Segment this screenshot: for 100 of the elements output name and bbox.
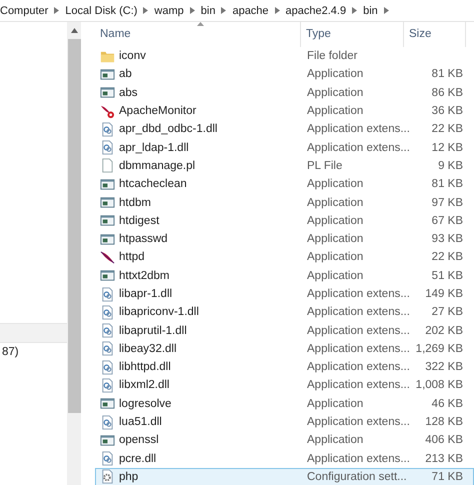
- dll-file-icon: [100, 360, 115, 375]
- file-row[interactable]: httpd Application 22 KB: [95, 248, 474, 267]
- file-name: apr_ldap-1.dll: [119, 142, 189, 154]
- application-icon: [100, 213, 115, 228]
- file-row[interactable]: libeay32.dll Application extens... 1,269 KB: [95, 340, 474, 358]
- file-name: libeay32.dll: [119, 342, 177, 355]
- dll-file-icon: [100, 122, 115, 137]
- file-type: Configuration sett...: [306, 470, 407, 483]
- file-name: htpasswd: [119, 233, 168, 246]
- file-name: libhttpd.dll: [119, 361, 171, 374]
- scroll-up-icon[interactable]: [71, 28, 78, 33]
- breadcrumb-item[interactable]: Local Disk (C:): [65, 4, 138, 16]
- file-row[interactable]: iconv File folder: [95, 47, 474, 66]
- sort-arrow-icon: [197, 22, 204, 26]
- file-name: htcacheclean: [119, 178, 187, 190]
- file-row[interactable]: openssl Application 406 KB: [95, 431, 474, 450]
- breadcrumb-item[interactable]: Computer: [0, 4, 48, 16]
- breadcrumb-item[interactable]: bin: [363, 4, 378, 16]
- column-header[interactable]: Size: [404, 22, 466, 47]
- file-row[interactable]: htdbm Application 97 KB: [95, 193, 474, 212]
- file-row[interactable]: apr_dbd_odbc-1.dll Application extens... 22 KB: [95, 120, 474, 138]
- breadcrumb-item[interactable]: apache2.4.9: [286, 4, 346, 16]
- application-icon: [100, 232, 115, 247]
- file-type: Application extens...: [306, 379, 410, 392]
- dll-file-icon: [100, 323, 115, 338]
- dll-file-icon: [100, 286, 115, 302]
- chevron-icon[interactable]: [352, 7, 358, 14]
- nav-item[interactable]: 87): [0, 343, 67, 361]
- file-type: Application: [306, 105, 364, 118]
- file-row[interactable]: libapriconv-1.dll Application extens... 27 KB: [95, 303, 474, 322]
- file-type: Application: [306, 233, 364, 246]
- scrollbar-thumb[interactable]: [68, 39, 81, 413]
- file-size: 97 KB: [430, 196, 464, 209]
- chevron-icon[interactable]: [274, 7, 280, 14]
- application-icon: [100, 195, 115, 210]
- dll-file-icon: [100, 341, 115, 356]
- file-row[interactable]: libxml2.dll Application extens... 1,008 KB: [95, 376, 474, 395]
- file-size: 81 KB: [430, 178, 464, 190]
- dll-file-icon: [100, 414, 115, 430]
- file-type: Application extens...: [306, 452, 410, 465]
- file-row[interactable]: php Configuration sett... 71 KB: [95, 468, 474, 485]
- column-header[interactable]: Type: [301, 22, 404, 47]
- file-name: abs: [119, 86, 138, 99]
- scrollbar[interactable]: [68, 22, 81, 485]
- file-type: Application: [306, 68, 364, 80]
- file-type: Application: [306, 270, 364, 282]
- file-name: httpd: [119, 251, 145, 264]
- file-name: libaprutil-1.dll: [119, 324, 187, 337]
- file-type: Application extens...: [306, 361, 410, 374]
- file-type: File folder: [306, 50, 358, 62]
- application-icon: [100, 396, 115, 412]
- breadcrumb-item[interactable]: wamp: [154, 4, 184, 16]
- chevron-icon[interactable]: [384, 7, 389, 14]
- file-type: Application: [306, 196, 364, 209]
- chevron-icon[interactable]: [221, 7, 226, 14]
- file-row[interactable]: logresolve Application 46 KB: [95, 394, 474, 413]
- file-row[interactable]: pcre.dll Application extens... 213 KB: [95, 450, 474, 468]
- application-icon: [100, 85, 115, 100]
- file-row[interactable]: ApacheMonitor Application 36 KB: [95, 102, 474, 120]
- file-name: apr_dbd_odbc-1.dll: [119, 123, 218, 136]
- file-row[interactable]: htpasswd Application 93 KB: [95, 230, 474, 248]
- file-size: 67 KB: [430, 214, 464, 227]
- feather-icon: [100, 250, 115, 265]
- breadcrumb-item[interactable]: apache: [232, 4, 269, 16]
- file-name: httxt2dbm: [119, 270, 170, 282]
- file-type: Application: [306, 434, 364, 446]
- file-row[interactable]: htdigest Application 67 KB: [95, 212, 474, 230]
- file-type: Application extens...: [306, 123, 410, 136]
- file-name: dbmmanage.pl: [119, 160, 196, 172]
- chevron-icon[interactable]: [54, 7, 60, 14]
- file-type: Application extens...: [306, 324, 410, 337]
- application-icon: [100, 268, 115, 284]
- file-size: 22 KB: [430, 251, 464, 264]
- file-name: php: [119, 470, 138, 483]
- file-size: 51 KB: [430, 270, 464, 282]
- file-row[interactable]: dbmmanage.pl PL File 9 KB: [95, 156, 474, 176]
- application-icon: [100, 66, 115, 82]
- file-row[interactable]: lua51.dll Application extens... 128 KB: [95, 412, 474, 432]
- chevron-icon[interactable]: [190, 7, 195, 14]
- feather-gear-icon: [100, 104, 115, 119]
- file-row[interactable]: libhttpd.dll Application extens... 322 KB: [95, 358, 474, 376]
- file-row[interactable]: libaprutil-1.dll Application extens... 202 KB: [95, 321, 474, 340]
- file-type: Application extens...: [306, 306, 410, 318]
- file-row[interactable]: htcacheclean Application 81 KB: [95, 175, 474, 194]
- nav-label: 87): [2, 346, 19, 358]
- file-row[interactable]: httxt2dbm Application 51 KB: [95, 266, 474, 285]
- file-name: libxml2.dll: [119, 379, 170, 392]
- file-row[interactable]: apr_ldap-1.dll Application extens... 12 KB: [95, 138, 474, 157]
- dll-file-icon: [100, 304, 115, 320]
- file-size: 9 KB: [437, 160, 464, 172]
- file-type: PL File: [306, 160, 342, 172]
- file-row[interactable]: abs Application 86 KB: [95, 84, 474, 102]
- chevron-icon[interactable]: [143, 7, 148, 14]
- file-type: Application: [306, 178, 364, 190]
- file-type: Application: [306, 214, 364, 227]
- file-name: ApacheMonitor: [119, 105, 196, 118]
- breadcrumb-item[interactable]: bin: [200, 4, 216, 16]
- file-row[interactable]: ab Application 81 KB: [95, 65, 474, 84]
- file-row[interactable]: libapr-1.dll Application extens... 149 KB: [95, 284, 474, 304]
- file-size: 406 KB: [424, 434, 464, 446]
